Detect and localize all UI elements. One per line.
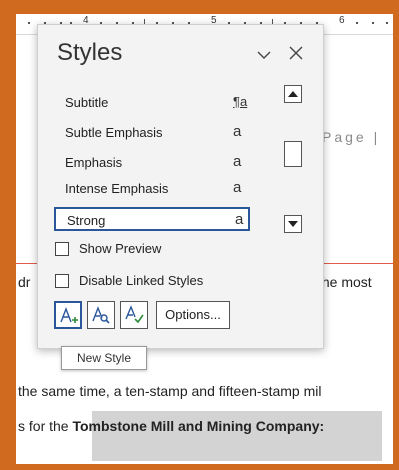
window-frame-left <box>0 0 16 470</box>
style-item-intense-emphasis[interactable]: Intense Emphasis a <box>54 177 250 199</box>
document-text-prefix: s for the <box>18 418 73 434</box>
style-item-label: Emphasis <box>65 155 123 170</box>
manage-styles-icon <box>125 305 144 324</box>
scroll-down-button[interactable] <box>284 215 302 233</box>
document-text-line[interactable]: the same time, a ten-stamp and fifteen-s… <box>18 383 321 399</box>
style-item-label: Strong <box>67 213 106 228</box>
style-item-strong[interactable]: Strong a <box>54 207 250 231</box>
chevron-down-icon[interactable] <box>254 45 274 65</box>
style-list-scrollbar[interactable] <box>284 83 304 233</box>
style-item-label: Subtle Emphasis <box>65 125 163 140</box>
document-text-line[interactable]: s for the Tombstone Mill and Mining Comp… <box>18 418 324 434</box>
close-icon[interactable] <box>286 43 306 63</box>
scrollbar-thumb[interactable] <box>284 141 302 167</box>
options-button[interactable]: Options... <box>156 301 230 329</box>
window-frame-bottom <box>0 464 399 470</box>
document-text-line[interactable]: dr <box>18 274 30 290</box>
character-style-icon: a <box>233 123 242 140</box>
styles-pane-title: Styles <box>57 39 123 66</box>
manage-styles-button[interactable] <box>120 301 148 329</box>
scroll-up-button[interactable] <box>284 85 302 103</box>
disable-linked-styles-checkbox[interactable] <box>55 274 69 288</box>
style-item-emphasis[interactable]: Emphasis a <box>54 151 250 173</box>
show-preview-label: Show Preview <box>79 241 162 256</box>
style-item-subtitle[interactable]: Subtitle ¶a <box>54 91 250 113</box>
style-inspector-button[interactable] <box>87 301 115 329</box>
style-list: Subtitle ¶a Subtle Emphasis a Emphasis a… <box>54 85 284 235</box>
character-style-icon: a <box>233 153 242 170</box>
style-item-subtle-emphasis[interactable]: Subtle Emphasis a <box>54 121 250 143</box>
new-style-button[interactable] <box>54 301 82 329</box>
show-preview-checkbox[interactable] <box>55 242 69 256</box>
triangle-up-icon <box>288 91 298 97</box>
page-number-label: Page | <box>322 129 381 145</box>
style-inspector-icon <box>92 306 110 324</box>
styles-pane: Styles Subtitle ¶a Subtle Emphasis a Emp… <box>37 24 324 349</box>
document-bold-text: Tombstone Mill and Mining Company: <box>72 418 325 434</box>
character-style-icon: a <box>235 211 244 228</box>
new-style-tooltip: New Style <box>61 346 147 370</box>
document-text-line[interactable]: the most <box>318 274 372 290</box>
character-style-icon: a <box>233 179 242 196</box>
window-frame-right <box>393 0 399 470</box>
window-frame-top <box>0 0 399 14</box>
ruler-number: 6 <box>339 15 345 26</box>
style-item-label: Intense Emphasis <box>65 181 169 196</box>
new-style-icon <box>60 307 78 323</box>
linked-style-icon: ¶a <box>233 94 248 109</box>
style-item-label: Subtitle <box>65 95 109 110</box>
triangle-down-icon <box>288 221 298 227</box>
disable-linked-styles-label: Disable Linked Styles <box>79 273 204 288</box>
